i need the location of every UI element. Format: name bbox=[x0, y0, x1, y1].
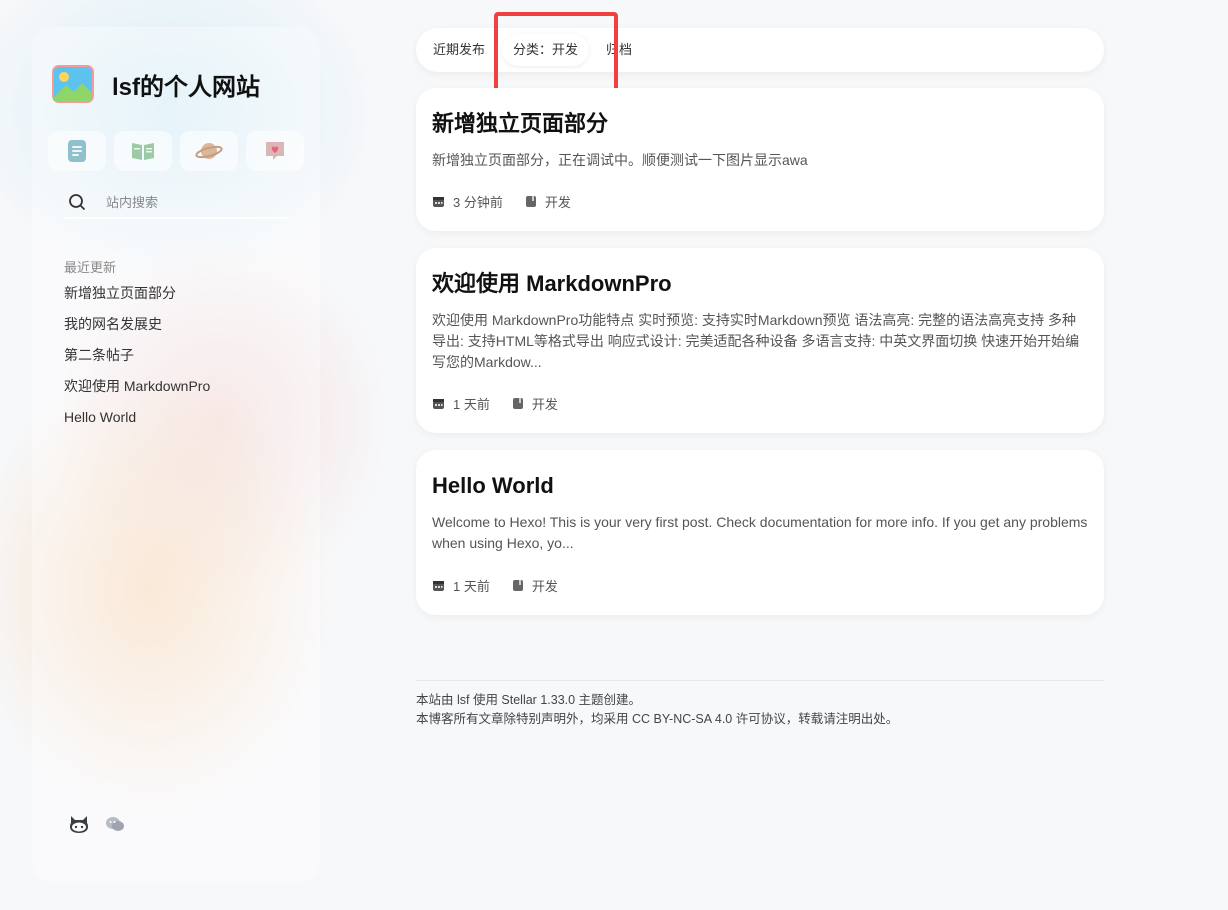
chat-icon bbox=[106, 817, 124, 831]
sidebar: lsf的个人网站 站内搜索 最近更新 新增独立页面部分 我的网名发展史 第二条帖… bbox=[32, 27, 320, 883]
tab-category-dev[interactable]: 分类：开发 bbox=[502, 34, 590, 66]
site-title: lsf的个人网站 bbox=[112, 73, 261, 101]
book-icon bbox=[512, 398, 523, 409]
post-date: 3 分钟前 bbox=[432, 192, 503, 211]
tab-archive[interactable]: 归档 bbox=[595, 34, 643, 66]
post-date-text: 3 分钟前 bbox=[453, 195, 503, 210]
post-excerpt: 欢迎使用 MarkdownPro功能特点 实时预览: 支持实时Markdown预… bbox=[432, 312, 1080, 370]
post-title[interactable]: 欢迎使用 MarkdownPro bbox=[432, 270, 1088, 298]
post-meta: 1 天前 开发 bbox=[432, 394, 580, 413]
post-category[interactable]: 开发 bbox=[525, 192, 571, 211]
calendar-icon bbox=[433, 399, 444, 409]
github-icon bbox=[70, 816, 88, 833]
post-title[interactable]: Hello World bbox=[432, 472, 1088, 500]
nav-button-posts[interactable] bbox=[48, 131, 106, 171]
post-date: 1 天前 bbox=[432, 394, 490, 413]
heart-icon bbox=[266, 142, 284, 160]
planet-icon bbox=[195, 143, 223, 159]
post-date-text: 1 天前 bbox=[453, 579, 490, 594]
picture-logo-icon bbox=[52, 65, 94, 103]
recent-item[interactable]: Hello World bbox=[64, 407, 210, 438]
page-footer: 本站由 lsf 使用 Stellar 1.33.0 主题创建。 本博客所有文章除… bbox=[416, 680, 1104, 729]
post-date-text: 1 天前 bbox=[453, 397, 490, 412]
post-category-text: 开发 bbox=[531, 397, 558, 412]
footer-license: 本博客所有文章除特别声明外，均采用 CC BY-NC-SA 4.0 许可协议，转… bbox=[416, 712, 899, 726]
post-date: 1 天前 bbox=[432, 576, 490, 595]
post-card[interactable]: 新增独立页面部分 新增独立页面部分，正在调试中。顺便测试一下图片显示awa 3 … bbox=[416, 88, 1104, 231]
github-link[interactable] bbox=[68, 813, 90, 835]
post-title[interactable]: 新增独立页面部分 bbox=[432, 110, 1088, 138]
post-category[interactable]: 开发 bbox=[512, 576, 558, 595]
recent-updates-heading: 最近更新 bbox=[64, 260, 117, 275]
recent-item[interactable]: 新增独立页面部分 bbox=[64, 283, 210, 314]
tab-recent[interactable]: 近期发布 bbox=[422, 34, 496, 66]
post-excerpt: Welcome to Hexo! This is your very first… bbox=[432, 514, 1088, 551]
nav-button-explore[interactable] bbox=[180, 131, 238, 171]
book-icon bbox=[525, 196, 536, 207]
book-icon bbox=[132, 143, 154, 160]
recent-item[interactable]: 我的网名发展史 bbox=[64, 314, 210, 345]
post-category-text: 开发 bbox=[544, 195, 571, 210]
site-logo-link[interactable]: lsf的个人网站 bbox=[52, 65, 260, 103]
post-meta: 1 天前 开发 bbox=[432, 576, 580, 595]
footer-credit: 本站由 lsf 使用 Stellar 1.33.0 主题创建。 bbox=[416, 693, 642, 707]
main-nav: 近期发布 分类：开发 归档 bbox=[416, 28, 1104, 72]
recent-updates-list: 新增独立页面部分 我的网名发展史 第二条帖子 欢迎使用 MarkdownPro … bbox=[64, 283, 210, 438]
recent-item[interactable]: 欢迎使用 MarkdownPro bbox=[64, 376, 210, 407]
book-icon bbox=[512, 580, 523, 591]
post-meta: 3 分钟前 开发 bbox=[432, 192, 593, 211]
nav-button-wiki[interactable] bbox=[114, 131, 172, 171]
calendar-icon bbox=[433, 581, 444, 591]
chat-link[interactable] bbox=[104, 813, 126, 835]
document-icon bbox=[68, 140, 86, 162]
post-excerpt: 新增独立页面部分，正在调试中。顺便测试一下图片显示awa bbox=[432, 152, 808, 168]
search-icon bbox=[69, 194, 85, 210]
nav-button-friends[interactable] bbox=[246, 131, 304, 171]
search-input[interactable] bbox=[106, 194, 266, 210]
social-links bbox=[68, 813, 126, 835]
post-card[interactable]: Hello World Welcome to Hexo! This is you… bbox=[416, 450, 1104, 615]
post-category-text: 开发 bbox=[531, 579, 558, 594]
calendar-icon bbox=[433, 197, 444, 207]
search-box bbox=[64, 187, 288, 219]
post-card[interactable]: 欢迎使用 MarkdownPro 欢迎使用 MarkdownPro功能特点 实时… bbox=[416, 248, 1104, 433]
sidebar-nav-icons bbox=[48, 131, 304, 171]
recent-item[interactable]: 第二条帖子 bbox=[64, 345, 210, 376]
post-category[interactable]: 开发 bbox=[512, 394, 558, 413]
